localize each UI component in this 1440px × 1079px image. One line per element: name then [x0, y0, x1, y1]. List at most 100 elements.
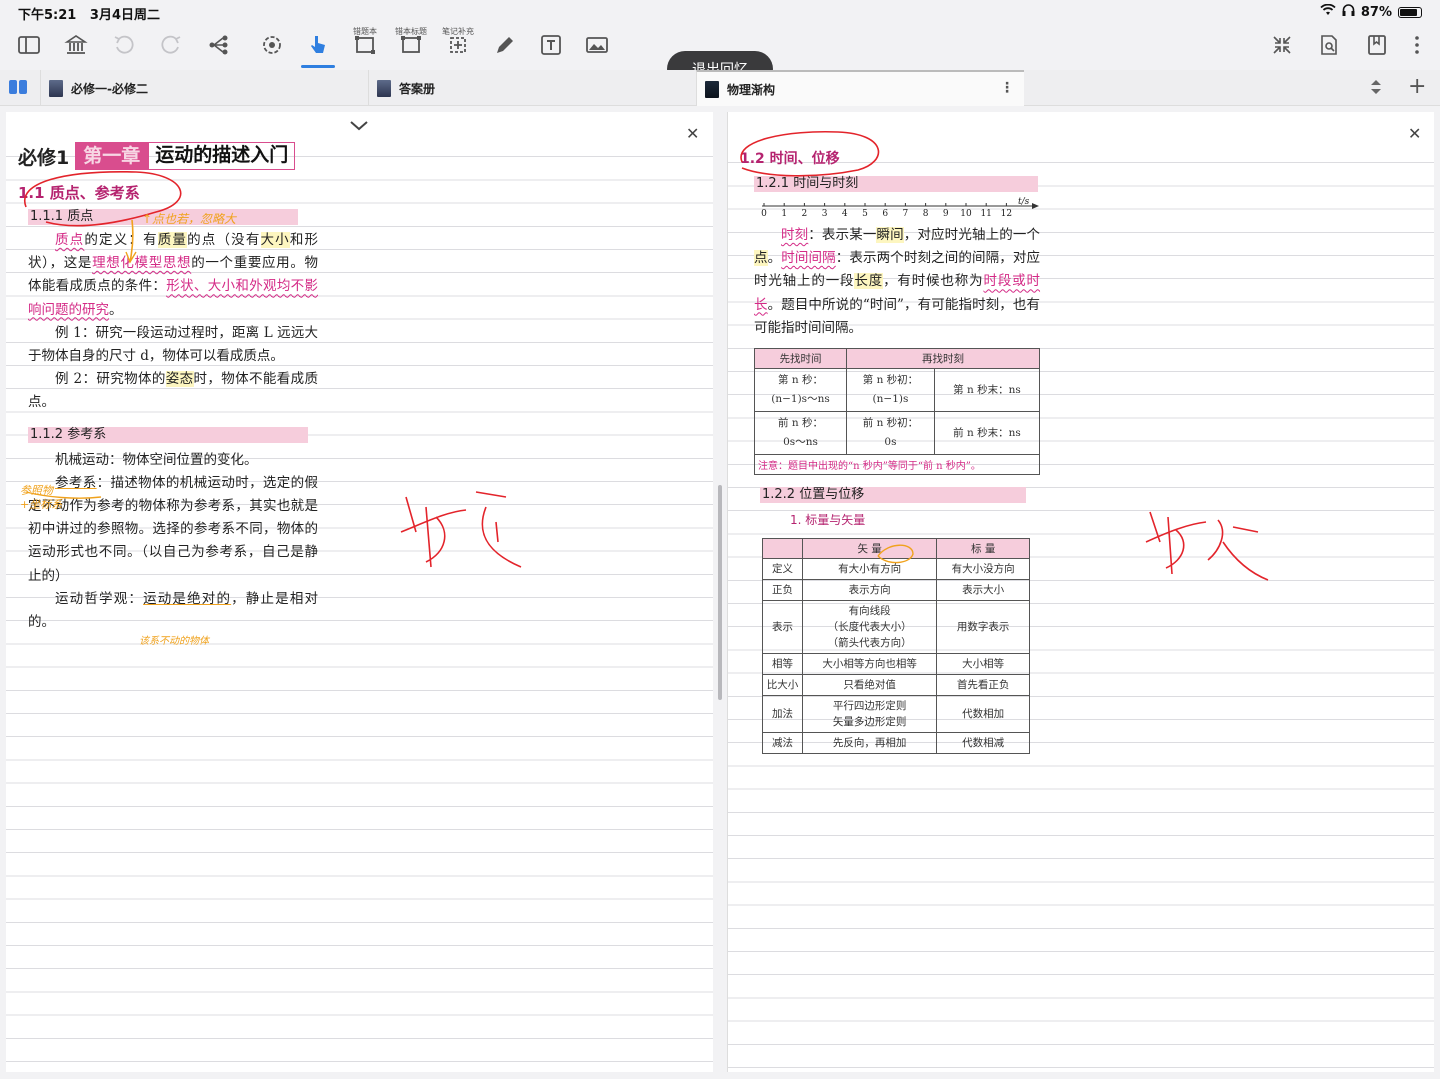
sidebar-toggle-icon[interactable] — [14, 30, 44, 60]
sort-icon[interactable] — [1368, 78, 1384, 100]
text: 的定义：有 — [84, 232, 158, 248]
tab-1[interactable]: 答案册 — [368, 70, 696, 106]
paragraph-reference-frame: 参考系：描述物体的机械运动时，选定的假定不动作为参考的物体称为参考系，其实也就是… — [28, 472, 318, 588]
table-header: 标 量 — [936, 538, 1030, 560]
axis-tick-label: 3 — [821, 209, 828, 219]
wifi-icon — [1320, 3, 1336, 20]
table-header — [762, 538, 803, 560]
term: 姿态 — [165, 371, 194, 388]
table-cell: 第 n 秒初： (n−1)s — [846, 368, 935, 413]
text: ：表示某一 — [808, 227, 877, 243]
table-header: 先找时间 — [754, 348, 847, 370]
axis-tick-label: 8 — [922, 209, 929, 219]
text: 。题目中所说的“时间”，有可能指时刻，也有可能指时间间隔。 — [754, 296, 1040, 336]
table-cell: 代数相加 — [936, 695, 1030, 734]
table-cell: 平行四边形定则 矢量多边形定则 — [801, 695, 938, 734]
image-icon[interactable] — [582, 30, 612, 60]
table-row: 减法 先反向，再相加 代数相减 — [762, 732, 1030, 755]
toolbar: 错题本 错本标题 笔记补充 退出回忆 — [0, 24, 1440, 87]
status-date: 3月4日周二 — [89, 8, 161, 23]
subsection-title-2: 1.1.2 参考系 — [28, 426, 308, 443]
table-cell: 有大小有方向 — [801, 558, 938, 581]
axis-tick-label: 9 — [942, 209, 949, 219]
note-supplement-icon[interactable]: 笔记补充 — [442, 27, 474, 60]
library-icon[interactable] — [61, 30, 91, 60]
bookmark-icon[interactable] — [1362, 30, 1392, 60]
table-cell: 减法 — [762, 732, 803, 755]
term: 时刻 — [781, 227, 809, 243]
split-divider-handle[interactable] — [718, 485, 722, 700]
table-row: 比大小 只看绝对值 首先看正负 — [762, 674, 1030, 697]
pen-icon[interactable] — [490, 30, 520, 60]
battery-icon — [1398, 6, 1422, 18]
table-row: 定义 有大小有方向 有大小没方向 — [762, 558, 1030, 581]
notes-label: 笔记补充 — [442, 27, 474, 36]
section-title: 1.1 质点、参考系 — [18, 184, 140, 202]
time-axis: t/s 0 1 2 3 4 5 6 7 8 9 10 11 12 — [754, 196, 1040, 224]
table-header: 再找时刻 — [846, 348, 1040, 370]
table-cell: 前 n 秒： 0s～ns — [754, 411, 847, 456]
table-cell: 前 n 秒初： 0s — [846, 411, 935, 456]
document-search-icon[interactable] — [1314, 30, 1344, 60]
more-vertical-icon[interactable] — [1402, 30, 1432, 60]
book-thumbnail — [377, 79, 391, 97]
text: ，对应时光轴上的一个 — [903, 227, 1041, 243]
close-icon[interactable]: ✕ — [1408, 124, 1421, 143]
wrongtitle-frame-icon[interactable]: 错本标题 — [395, 27, 427, 60]
touch-pointer-icon[interactable] — [301, 30, 335, 68]
paragraph-time-moment: 时刻：表示某一瞬间，对应时光轴上的一个点。时间间隔：表示两个时刻之间的间隔，对应… — [754, 224, 1040, 340]
term: 运动是绝对的 — [143, 590, 232, 607]
tab-2[interactable]: 物理渐构 ⋮ — [696, 70, 1024, 106]
text: ：描述物体的机械运动时，选定的假定不动作为参考的物体称为参考系，其实也就是初中讲… — [28, 474, 319, 584]
undo-icon[interactable] — [109, 30, 139, 60]
time-table: 先找时间 再找时刻 第 n 秒： (n−1)s～ns 第 n 秒初： (n−1)s… — [754, 348, 1041, 476]
table-cell: 第 n 秒： (n−1)s～ns — [754, 368, 847, 413]
collapse-icon[interactable] — [1267, 30, 1297, 60]
table-cell: 有向线段 （长度代表大小） （箭头代表方向） — [801, 600, 938, 655]
table-cell: 相等 — [762, 653, 803, 676]
table-note: 注意：题目中出现的“n 秒内”等同于“前 n 秒内”。 — [754, 454, 1040, 476]
chapter-header: 必修1 第一章 运动的描述入门 — [18, 142, 318, 170]
table-cell: 先反向，再相加 — [801, 732, 938, 755]
status-time-date: 下午5:21 3月4日周二 — [18, 4, 160, 23]
axis-tick-label: 11 — [980, 209, 992, 219]
axis-tick-label: 7 — [902, 209, 909, 219]
table-row: 第 n 秒： (n−1)s～ns 第 n 秒初： (n−1)s 第 n 秒末：ns — [754, 368, 1041, 413]
table-row: 表示 有向线段 （长度代表大小） （箭头代表方向） 用数字表示 — [762, 600, 1030, 655]
table-cell: 正负 — [762, 579, 803, 602]
right-page-content: 1.2 时间、位移 1.2.1 时间与时刻 t/s 0 1 2 3 4 5 6 7 8 9 10 11… — [740, 148, 1041, 755]
right-page-pane[interactable]: ✕ 1.2 时间、位移 1.2.1 时间与时刻 t/s 0 1 2 3 4 5 6 7 8 9 10… — [727, 112, 1434, 1072]
term: 长度 — [854, 273, 884, 290]
mindmap-icon[interactable] — [204, 30, 234, 60]
add-tab-icon[interactable]: + — [1408, 76, 1426, 98]
split-view-icon[interactable] — [9, 79, 27, 95]
tab-more-icon[interactable]: ⋮ — [1000, 80, 1014, 96]
status-right: 87% — [1320, 3, 1422, 20]
table-cell: 用数字表示 — [936, 600, 1030, 655]
table-cell: 表示方向 — [801, 579, 938, 602]
left-page-pane[interactable]: ✕ 必修1 第一章 运动的描述入门 1.1 质点、参考系 1.1.1 质点 质点… — [6, 112, 713, 1072]
redo-icon[interactable] — [156, 30, 186, 60]
close-icon[interactable]: ✕ — [686, 124, 699, 143]
axis-tick-label: 12 — [1000, 209, 1013, 219]
subsection-title-2: 1.2.2 位置与位移 — [760, 487, 1026, 504]
axis-tick-label: 1 — [781, 209, 788, 219]
tab-label: 答案册 — [399, 81, 436, 96]
wrongbook-frame-icon[interactable]: 错题本 — [350, 27, 380, 60]
review-mode-icon[interactable] — [257, 30, 287, 60]
chevron-down-icon[interactable] — [348, 118, 370, 137]
term: 质量 — [157, 232, 188, 248]
table-cell: 前 n 秒末：ns — [933, 411, 1041, 456]
term: 时间间隔 — [781, 250, 836, 267]
axis-unit: t/s — [1018, 197, 1030, 207]
example-1: 例 1：研究一段运动过程时，距离 L 远远大于物体自身的尺寸 d，物体可以看成质… — [28, 324, 318, 365]
status-bar: 下午5:21 3月4日周二 87% — [0, 0, 1440, 24]
axis-tick-label: 0 — [761, 209, 767, 219]
tab-0[interactable]: 必修一-必修二 — [40, 70, 368, 106]
paragraph-point-mass: 质点的定义：有质量的点（没有大小和形状），这是理想化模型思想的一个重要应用。物体… — [28, 229, 318, 322]
subsubsection-title: 1. 标量与矢量 — [790, 513, 866, 528]
table-cell: 首先看正负 — [936, 674, 1030, 697]
subsection-title: 1.2.1 时间与时刻 — [754, 176, 1038, 192]
textbox-icon[interactable] — [536, 30, 566, 60]
text: 。 — [109, 301, 123, 318]
